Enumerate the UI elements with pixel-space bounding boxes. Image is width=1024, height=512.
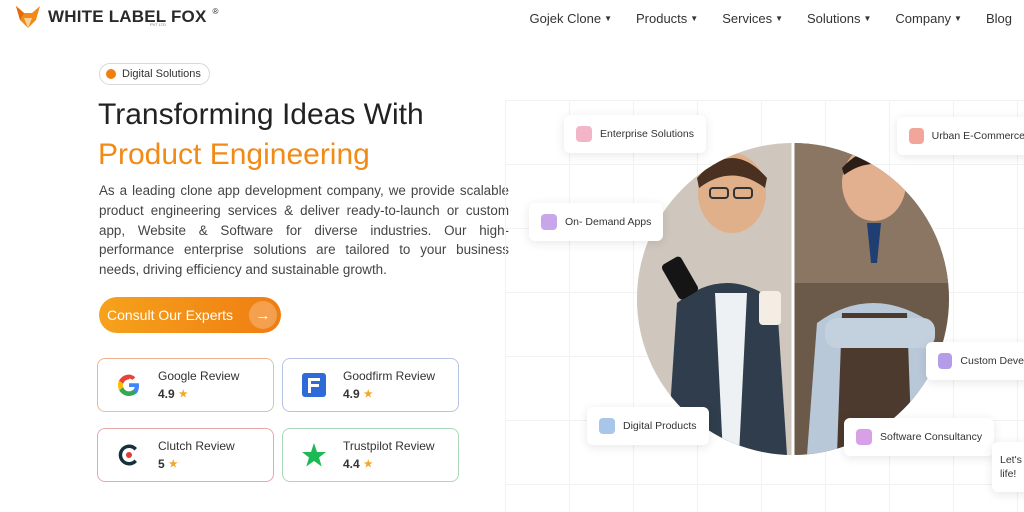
chip-urban-ecommerce[interactable]: Urban E-Commerce bbox=[897, 117, 1024, 155]
pill-label: Digital Solutions bbox=[122, 68, 201, 80]
trustpilot-star-icon bbox=[299, 440, 329, 470]
review-title: Google Review bbox=[158, 369, 240, 383]
orange-dot-icon bbox=[106, 69, 116, 79]
clutch-review-card[interactable]: Clutch Review 5 ★ bbox=[97, 428, 274, 482]
brand-subtitle: PVT LTD bbox=[150, 22, 167, 27]
cart-icon bbox=[909, 128, 924, 144]
review-title: Goodfirm Review bbox=[343, 369, 436, 383]
nav-item-solutions[interactable]: Solutions ▼ bbox=[807, 11, 871, 26]
google-logo-icon bbox=[114, 370, 144, 400]
nav-item-products[interactable]: Products ▼ bbox=[636, 11, 698, 26]
digital-solutions-pill: Digital Solutions bbox=[99, 63, 210, 85]
review-score: 4.9 bbox=[343, 387, 360, 401]
goodfirm-review-card[interactable]: Goodfirm Review 4.9 ★ bbox=[282, 358, 459, 412]
google-review-card[interactable]: Google Review 4.9 ★ bbox=[97, 358, 274, 412]
caret-down-icon: ▼ bbox=[604, 14, 612, 23]
clutch-logo-icon bbox=[114, 440, 144, 470]
hero-title-line1: Transforming Ideas With bbox=[98, 98, 424, 131]
brand-name: WHITE LABEL FOX bbox=[48, 7, 207, 26]
star-icon: ★ bbox=[363, 458, 373, 470]
chip-enterprise-solutions[interactable]: Enterprise Solutions bbox=[564, 115, 706, 153]
main-menu: Gojek Clone ▼ Products ▼ Services ▼ Solutio… bbox=[530, 11, 1012, 26]
mobile-app-icon bbox=[541, 214, 557, 230]
custom-dev-icon bbox=[938, 353, 953, 369]
caret-down-icon: ▼ bbox=[775, 14, 783, 23]
consultancy-icon bbox=[856, 429, 872, 445]
review-score: 5 bbox=[158, 457, 165, 471]
enterprise-icon bbox=[576, 126, 592, 142]
review-score: 4.9 bbox=[158, 387, 175, 401]
chip-on-demand-apps[interactable]: On- Demand Apps bbox=[529, 203, 664, 241]
caret-down-icon: ▼ bbox=[954, 14, 962, 23]
hero-title-line2: Product Engineering bbox=[98, 138, 370, 171]
chat-widget[interactable]: Let's life! bbox=[992, 442, 1024, 492]
chip-digital-products[interactable]: Digital Products bbox=[587, 407, 709, 445]
hero-description: As a leading clone app development compa… bbox=[99, 183, 509, 278]
arrow-right-icon: → bbox=[249, 301, 277, 329]
trustpilot-review-card[interactable]: Trustpilot Review 4.4 ★ bbox=[282, 428, 459, 482]
nav-item-blog[interactable]: Blog bbox=[986, 11, 1012, 26]
top-nav: WHITE LABEL FOX ® PVT LTD Gojek Clone ▼ P… bbox=[0, 0, 1024, 38]
brand-logo[interactable]: WHITE LABEL FOX ® bbox=[14, 4, 218, 30]
chip-software-consultancy[interactable]: Software Consultancy bbox=[844, 418, 995, 456]
caret-down-icon: ▼ bbox=[690, 14, 699, 23]
star-icon: ★ bbox=[178, 388, 188, 400]
fox-logo-icon bbox=[16, 6, 40, 28]
review-title: Trustpilot Review bbox=[343, 439, 435, 453]
review-score: 4.4 bbox=[343, 457, 360, 471]
star-icon: ★ bbox=[168, 458, 178, 470]
brand-registered: ® bbox=[212, 6, 219, 16]
consult-experts-button[interactable]: Consult Our Experts → bbox=[99, 297, 281, 333]
review-title: Clutch Review bbox=[158, 439, 235, 453]
star-icon: ★ bbox=[363, 388, 373, 400]
digital-products-icon bbox=[599, 418, 615, 434]
chip-custom-development[interactable]: Custom Deve bbox=[926, 342, 1024, 380]
cta-label: Consult Our Experts bbox=[107, 307, 234, 323]
nav-item-gojek-clone[interactable]: Gojek Clone ▼ bbox=[530, 11, 612, 26]
goodfirm-logo-icon bbox=[299, 370, 329, 400]
caret-down-icon: ▼ bbox=[863, 14, 872, 23]
nav-item-services[interactable]: Services ▼ bbox=[722, 11, 783, 26]
nav-item-company[interactable]: Company ▼ bbox=[895, 11, 962, 26]
